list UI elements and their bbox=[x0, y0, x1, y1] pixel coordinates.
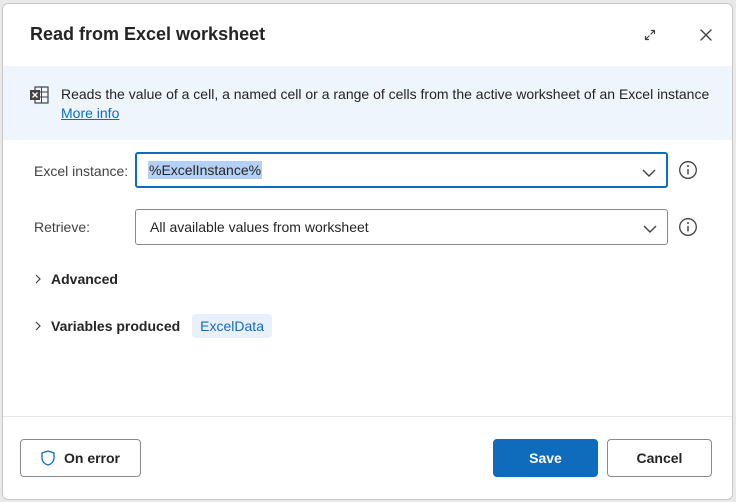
read-excel-dialog: Read from Excel worksheet Reads the valu… bbox=[2, 3, 733, 500]
more-info-link[interactable]: More info bbox=[61, 104, 119, 123]
on-error-label: On error bbox=[63, 450, 120, 466]
chevron-down-icon bbox=[643, 221, 657, 239]
excel-instance-dropdown[interactable]: %ExcelInstance% bbox=[135, 152, 668, 188]
retrieve-label: Retrieve: bbox=[34, 219, 91, 235]
cancel-button[interactable]: Cancel bbox=[607, 439, 712, 477]
excel-instance-label: Excel instance: bbox=[34, 163, 129, 179]
on-error-button[interactable]: On error bbox=[20, 439, 141, 477]
excel-instance-value: %ExcelInstance% bbox=[148, 161, 263, 179]
advanced-label: Advanced bbox=[51, 271, 118, 287]
variables-label: Variables produced bbox=[51, 318, 181, 334]
shield-icon bbox=[41, 450, 55, 466]
close-button[interactable] bbox=[693, 22, 719, 48]
retrieve-dropdown[interactable]: All available values from worksheet bbox=[135, 209, 668, 245]
dialog-title: Read from Excel worksheet bbox=[30, 24, 266, 44]
save-button[interactable]: Save bbox=[493, 439, 598, 477]
excel-instance-info-icon[interactable] bbox=[678, 160, 698, 180]
chevron-down-icon bbox=[642, 165, 656, 183]
retrieve-value: All available values from worksheet bbox=[150, 219, 369, 235]
info-text: Reads the value of a cell, a named cell … bbox=[61, 85, 709, 123]
chevron-right-icon bbox=[34, 274, 42, 284]
excel-worksheet-icon bbox=[29, 86, 49, 109]
info-description: Reads the value of a cell, a named cell … bbox=[61, 86, 710, 102]
chevron-right-icon bbox=[34, 321, 42, 331]
info-banner: Reads the value of a cell, a named cell … bbox=[3, 66, 732, 140]
advanced-section-toggle[interactable]: Advanced bbox=[34, 271, 118, 287]
variables-section-toggle[interactable]: Variables produced ExcelData bbox=[34, 314, 272, 338]
expand-icon bbox=[644, 29, 656, 41]
expand-button[interactable] bbox=[637, 22, 663, 48]
close-icon bbox=[700, 29, 712, 41]
variable-chip[interactable]: ExcelData bbox=[192, 314, 272, 338]
footer-divider bbox=[3, 416, 732, 417]
retrieve-info-icon[interactable] bbox=[678, 217, 698, 237]
